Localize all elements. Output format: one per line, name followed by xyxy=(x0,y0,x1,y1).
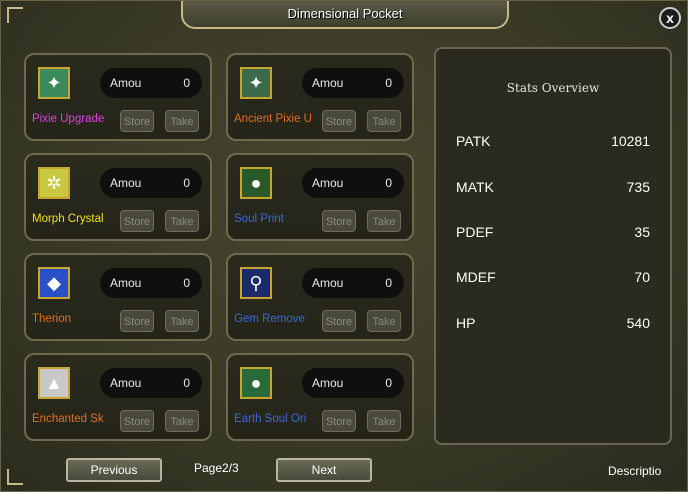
amount-display: Amou 0 xyxy=(302,368,404,398)
earth-soul-orb-icon[interactable]: ● xyxy=(240,367,272,399)
amount-value: 0 xyxy=(183,176,190,190)
corner-ornament xyxy=(7,7,23,23)
store-button[interactable]: Store xyxy=(322,210,356,232)
stat-value: 735 xyxy=(626,179,650,195)
description-label[interactable]: Descriptio xyxy=(608,464,661,478)
amount-label: Amou xyxy=(312,276,344,290)
item-card: ✲ Amou 0 Morph Crystal Store Take xyxy=(24,153,212,241)
pixie-crystal-icon[interactable]: ✦ xyxy=(38,67,70,99)
item-name: Soul Print xyxy=(234,213,284,225)
item-card: ◆ Amou 0 Therion Store Take xyxy=(24,253,212,341)
amount-label: Amou xyxy=(110,376,142,390)
take-button[interactable]: Take xyxy=(367,310,401,332)
dimensional-pocket-window: Dimensional Pocket x ✦ Amou 0 Pixie Upgrade… xyxy=(0,0,688,492)
item-name: Therion xyxy=(32,313,71,325)
stat-row-pdef: PDEF 35 xyxy=(456,224,650,242)
stat-value: 70 xyxy=(634,269,650,285)
store-button[interactable]: Store xyxy=(322,410,356,432)
stat-label: PDEF xyxy=(456,224,494,240)
amount-label: Amou xyxy=(312,376,344,390)
item-name: Gem Remove xyxy=(234,313,305,325)
amount-label: Amou xyxy=(110,176,142,190)
morph-crystal-icon[interactable]: ✲ xyxy=(38,167,70,199)
icon-glyph: ✦ xyxy=(248,72,264,93)
window-title: Dimensional Pocket xyxy=(287,6,403,21)
stat-value: 35 xyxy=(634,224,650,240)
stat-row-mdef: MDEF 70 xyxy=(456,269,650,287)
store-button[interactable]: Store xyxy=(322,110,356,132)
icon-glyph: ◆ xyxy=(47,272,61,293)
take-button[interactable]: Take xyxy=(367,210,401,232)
amount-label: Amou xyxy=(312,176,344,190)
take-button[interactable]: Take xyxy=(165,410,199,432)
item-name: Earth Soul Ori xyxy=(234,413,307,425)
amount-display: Amou 0 xyxy=(302,68,404,98)
previous-button[interactable]: Previous xyxy=(66,458,162,482)
item-name: Enchanted Sk xyxy=(32,413,104,425)
stat-value: 10281 xyxy=(611,133,650,149)
amount-value: 0 xyxy=(183,376,190,390)
close-button[interactable]: x xyxy=(659,7,681,29)
amount-display: Amou 0 xyxy=(100,268,202,298)
icon-glyph: ⚲ xyxy=(249,272,263,293)
amount-display: Amou 0 xyxy=(100,168,202,198)
amount-value: 0 xyxy=(385,76,392,90)
item-card: ● Amou 0 Soul Print Store Take xyxy=(226,153,414,241)
ancient-pixie-icon[interactable]: ✦ xyxy=(240,67,272,99)
stats-title: Stats Overview xyxy=(506,81,600,95)
stat-value: 540 xyxy=(626,315,650,331)
stats-panel: Stats Overview PATK 10281 MATK 735 PDEF … xyxy=(434,47,672,445)
amount-display: Amou 0 xyxy=(100,68,202,98)
stat-label: PATK xyxy=(456,133,491,149)
store-button[interactable]: Store xyxy=(120,110,154,132)
amount-value: 0 xyxy=(183,76,190,90)
take-button[interactable]: Take xyxy=(367,410,401,432)
amount-display: Amou 0 xyxy=(302,168,404,198)
amount-label: Amou xyxy=(110,276,142,290)
icon-glyph: ● xyxy=(250,172,262,193)
item-card: ⚲ Amou 0 Gem Remove Store Take xyxy=(226,253,414,341)
item-card: ✦ Amou 0 Ancient Pixie U Store Take xyxy=(226,53,414,141)
item-card: ✦ Amou 0 Pixie Upgrade Store Take xyxy=(24,53,212,141)
item-card: ▲ Amou 0 Enchanted Sk Store Take xyxy=(24,353,212,441)
take-button[interactable]: Take xyxy=(165,310,199,332)
stat-row-patk: PATK 10281 xyxy=(456,133,650,151)
stat-label: MATK xyxy=(456,179,494,195)
amount-display: Amou 0 xyxy=(100,368,202,398)
store-button[interactable]: Store xyxy=(322,310,356,332)
soul-print-icon[interactable]: ● xyxy=(240,167,272,199)
take-button[interactable]: Take xyxy=(367,110,401,132)
amount-value: 0 xyxy=(385,176,392,190)
corner-ornament xyxy=(7,469,23,485)
stat-label: HP xyxy=(456,315,476,331)
item-card: ● Amou 0 Earth Soul Ori Store Take xyxy=(226,353,414,441)
page-indicator: Page2/3 xyxy=(194,461,239,475)
amount-value: 0 xyxy=(385,276,392,290)
icon-glyph: ● xyxy=(250,372,262,393)
icon-glyph: ✦ xyxy=(46,72,62,93)
amount-value: 0 xyxy=(183,276,190,290)
stat-row-hp: HP 540 xyxy=(456,315,650,333)
next-button[interactable]: Next xyxy=(276,458,372,482)
take-button[interactable]: Take xyxy=(165,110,199,132)
amount-label: Amou xyxy=(110,76,142,90)
amount-label: Amou xyxy=(312,76,344,90)
item-name: Ancient Pixie U xyxy=(234,113,312,125)
item-name: Morph Crystal xyxy=(32,213,104,225)
store-button[interactable]: Store xyxy=(120,210,154,232)
title-bar: Dimensional Pocket xyxy=(181,1,509,29)
amount-display: Amou 0 xyxy=(302,268,404,298)
icon-glyph: ▲ xyxy=(45,372,63,393)
stat-label: MDEF xyxy=(456,269,496,285)
store-button[interactable]: Store xyxy=(120,410,154,432)
stat-row-matk: MATK 735 xyxy=(456,179,650,197)
enchanted-sk-icon[interactable]: ▲ xyxy=(38,367,70,399)
take-button[interactable]: Take xyxy=(165,210,199,232)
gem-remove-icon[interactable]: ⚲ xyxy=(240,267,272,299)
store-button[interactable]: Store xyxy=(120,310,154,332)
amount-value: 0 xyxy=(385,376,392,390)
icon-glyph: ✲ xyxy=(46,172,62,193)
item-name: Pixie Upgrade xyxy=(32,113,105,125)
therion-icon[interactable]: ◆ xyxy=(38,267,70,299)
